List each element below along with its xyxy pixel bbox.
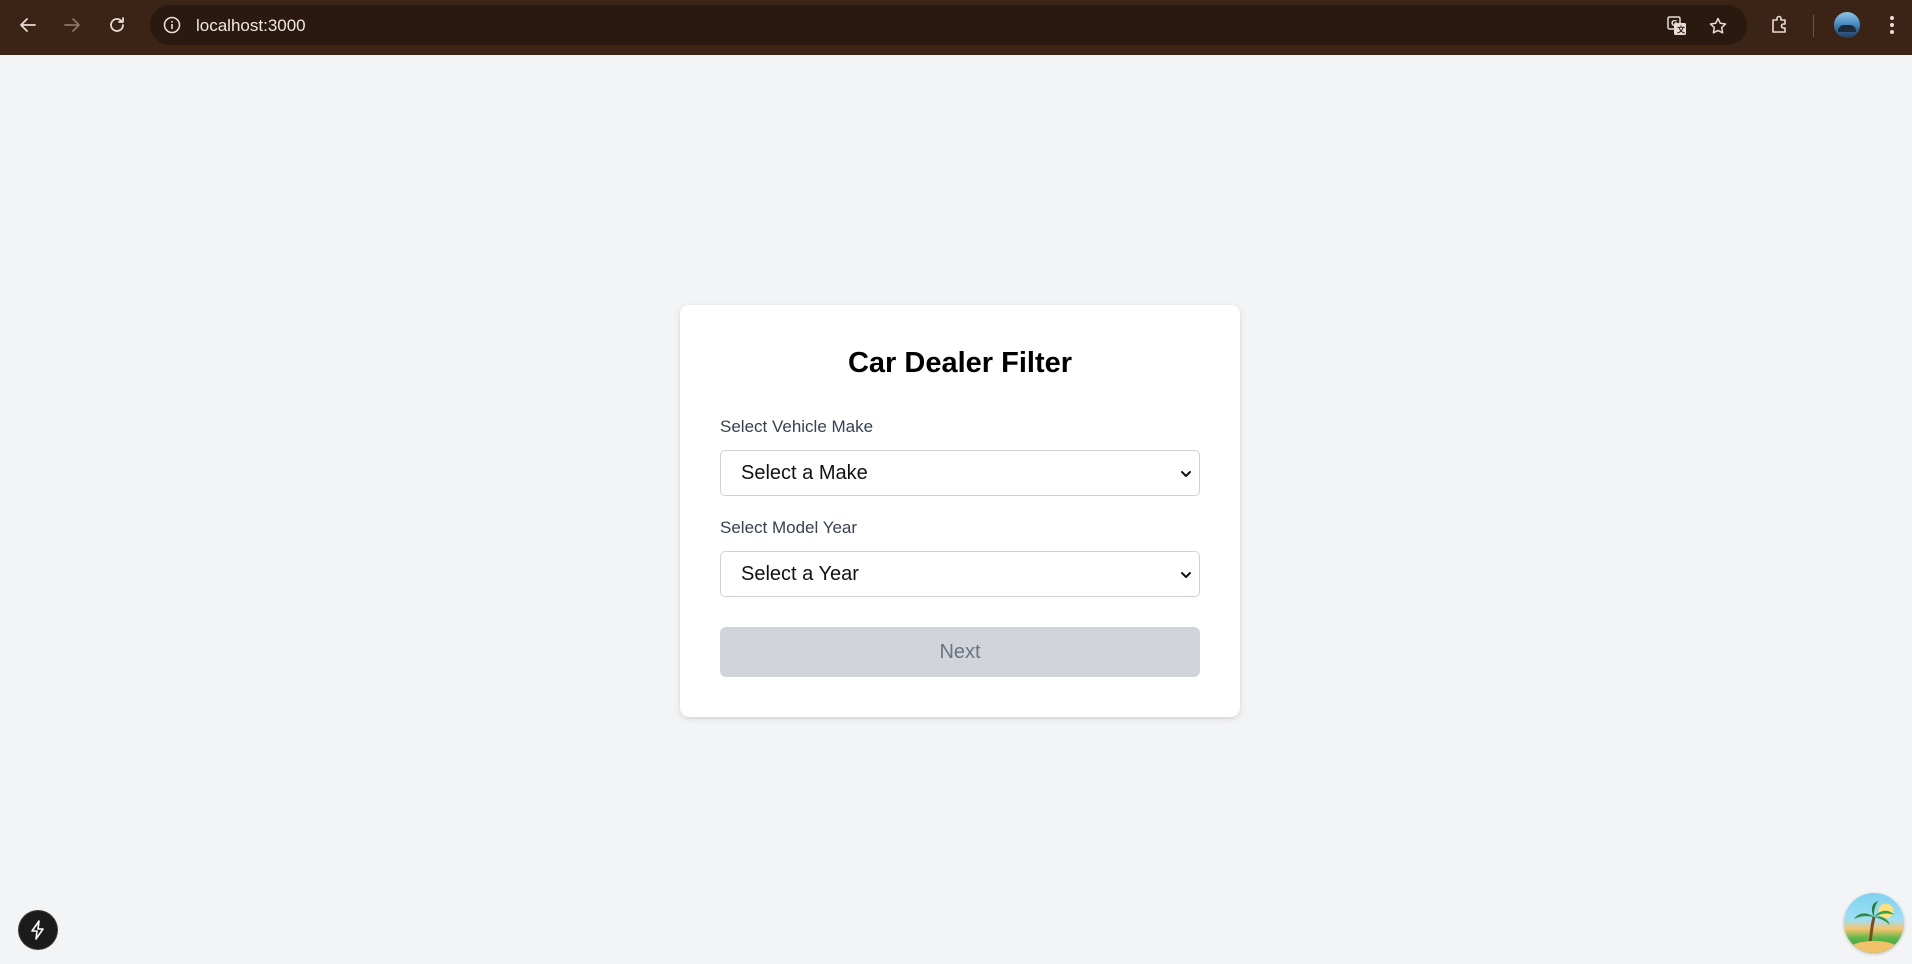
make-label: Select Vehicle Make	[720, 417, 874, 436]
chevron-down-icon	[1181, 471, 1191, 477]
assistant-widget-button[interactable]	[1844, 893, 1904, 953]
lightning-icon	[31, 920, 44, 940]
address-bar[interactable]: localhost:3000 G 文	[150, 5, 1747, 45]
arrow-right-icon	[64, 18, 80, 32]
browser-toolbar: localhost:3000 G 文	[0, 0, 1912, 55]
translate-icon: G 文	[1667, 16, 1686, 35]
toolbar-divider	[1813, 15, 1814, 37]
year-label: Select Model Year	[720, 518, 858, 537]
bookmark-button[interactable]	[1707, 15, 1729, 37]
chevron-down-icon	[1181, 572, 1191, 578]
dev-tools-button[interactable]	[19, 911, 57, 949]
info-icon	[163, 16, 181, 34]
make-select[interactable]: Select a Make	[720, 450, 1200, 496]
filter-card: Car Dealer Filter Select Vehicle Make Se…	[680, 305, 1240, 717]
forward-button[interactable]	[57, 10, 87, 40]
make-select-value: Select a Make	[741, 462, 868, 484]
translate-button[interactable]: G 文	[1666, 15, 1688, 37]
kebab-menu-icon	[1890, 16, 1894, 34]
extensions-button[interactable]	[1767, 12, 1793, 38]
avatar[interactable]	[1834, 12, 1860, 38]
year-select[interactable]: Select a Year	[720, 551, 1200, 597]
arrow-left-icon	[20, 18, 36, 32]
star-icon	[1709, 17, 1727, 34]
palm-tree-icon	[1852, 901, 1896, 953]
page-title: Car Dealer Filter	[847, 347, 1073, 379]
puzzle-icon	[1772, 15, 1786, 33]
svg-text:文: 文	[1677, 25, 1686, 35]
menu-button[interactable]	[1879, 12, 1905, 38]
url-text: localhost:3000	[196, 16, 306, 35]
year-select-value: Select a Year	[741, 563, 859, 585]
reload-button[interactable]	[102, 10, 132, 40]
back-button[interactable]	[13, 10, 43, 40]
reload-icon	[110, 17, 124, 32]
next-button[interactable]: Next	[720, 627, 1200, 677]
site-info-button[interactable]	[162, 15, 182, 35]
